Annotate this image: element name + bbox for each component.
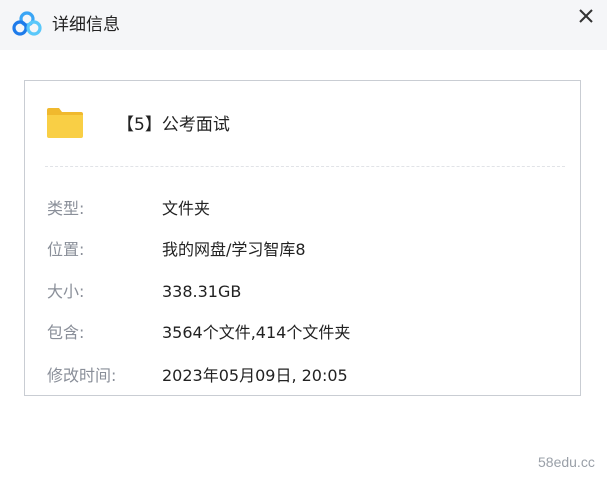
detail-value: 文件夹	[162, 199, 211, 218]
baidu-netdisk-logo-icon	[12, 11, 42, 36]
dialog-title: 详细信息	[52, 15, 120, 35]
details-dialog: 详细信息 【5】公考面试 类型: 文件夹 位置: 我的网盘/学习智库8 大小: …	[0, 0, 607, 477]
detail-value: 我的网盘/学习智库8	[162, 240, 306, 259]
detail-row-modified: 修改时间: 2023年05月09日, 20:05	[47, 364, 567, 388]
detail-label: 包含:	[47, 323, 85, 342]
detail-row-contains: 包含: 3564个文件,414个文件夹	[47, 321, 567, 345]
detail-label: 类型:	[47, 199, 85, 218]
title-bar: 详细信息	[0, 0, 607, 50]
detail-row-type: 类型: 文件夹	[47, 197, 567, 221]
watermark: 58edu.cc	[538, 454, 595, 470]
close-icon[interactable]	[572, 4, 600, 30]
details-card: 【5】公考面试 类型: 文件夹 位置: 我的网盘/学习智库8 大小: 338.3…	[24, 80, 581, 396]
detail-value: 3564个文件,414个文件夹	[162, 323, 351, 342]
detail-value: 338.31GB	[162, 282, 242, 301]
detail-label: 大小:	[47, 282, 85, 301]
folder-name: 【5】公考面试	[117, 115, 230, 135]
detail-row-location: 位置: 我的网盘/学习智库8	[47, 238, 567, 262]
detail-value: 2023年05月09日, 20:05	[162, 366, 348, 385]
detail-label: 修改时间:	[47, 366, 117, 385]
divider	[45, 166, 565, 167]
detail-row-size: 大小: 338.31GB	[47, 280, 567, 304]
detail-label: 位置:	[47, 240, 85, 259]
folder-icon	[47, 108, 83, 138]
